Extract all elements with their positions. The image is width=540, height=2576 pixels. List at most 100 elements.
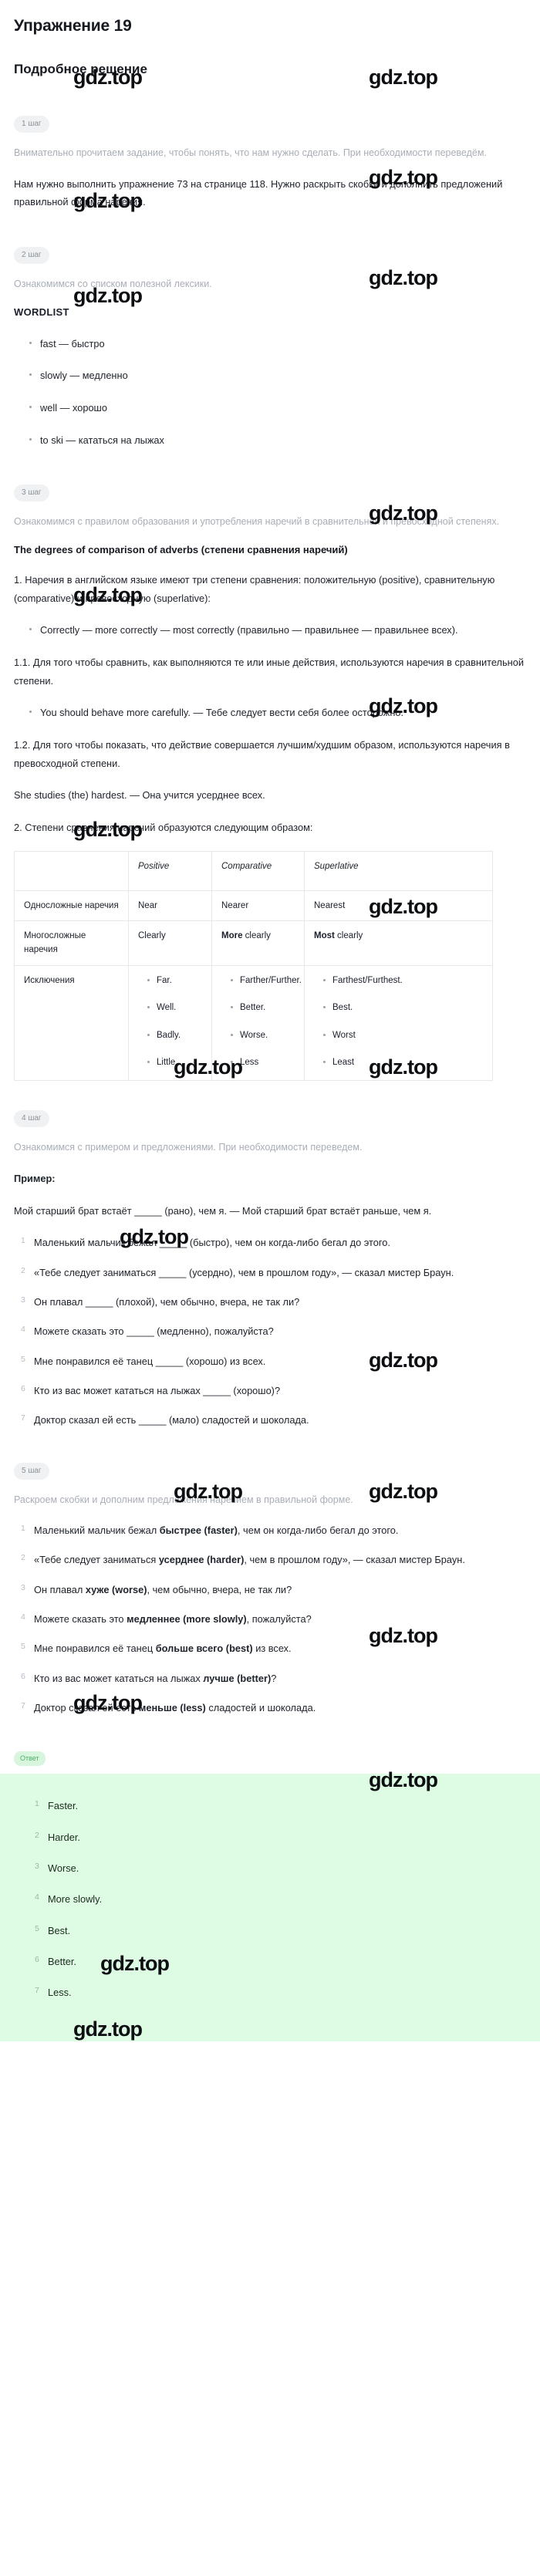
sentence-prefix: Кто из вас может кататься на лыжах [34, 1672, 204, 1684]
list-item: More slowly. [35, 1890, 103, 1906]
list-item: Little [147, 1055, 204, 1069]
row-label: Исключения [14, 964, 129, 1082]
sentence-suffix: , пожалуйста? [246, 1613, 312, 1626]
sentence-answer: медленнее (more slowly) [127, 1613, 247, 1626]
list-item: Farther/Further. [231, 974, 302, 988]
row-label: Многосложные наречия [14, 920, 129, 966]
cell-positive: Near [128, 890, 212, 922]
list-item: Badly. [147, 1028, 204, 1042]
list-item: Well. [147, 1001, 204, 1015]
list-item: Best. [323, 1001, 484, 1015]
list-item: Faster. [35, 1797, 79, 1812]
list-item: Кто из вас может кататься на лыжах _____… [21, 1382, 281, 1397]
solved-sentences: Маленький мальчик бежал быстрее (faster)… [14, 1521, 526, 1717]
table-header-cell: Comparative [211, 850, 305, 891]
list-item: Harder. [35, 1828, 80, 1844]
example-sentence: Мой старший брат встаёт _____ (рано), че… [14, 1204, 432, 1217]
sentence-answer: быстрее (faster) [159, 1524, 238, 1537]
list-item: Worst [323, 1028, 484, 1042]
sentence-answer: больше всего (best) [155, 1642, 253, 1655]
sentence-prefix: Маленький мальчик бежал [34, 1524, 160, 1537]
sentence-suffix: сладостей и шоколада. [205, 1702, 316, 1714]
sentence-prefix: «Тебе следует заниматься [34, 1554, 159, 1566]
sentence-suffix: ? [271, 1672, 277, 1684]
cell-comparative: More clearly [211, 920, 305, 966]
list-item: to ski — кататься на лыжах [29, 431, 526, 450]
exceptions-comparative-list: Farther/Further. Better. Worse. Less [221, 974, 302, 1070]
example-label: Пример: [14, 1172, 56, 1184]
rule-p5: 2. Степени сравнения наречий образуются … [14, 821, 313, 833]
cell-comparative: Nearer [211, 890, 305, 922]
table-row: Односложные наречия Near Nearer Nearest [14, 890, 493, 922]
rule-bullets-1: Correctly — more correctly — most correc… [14, 621, 526, 640]
degrees-table: Positive Comparative Superlative Односло… [14, 850, 493, 1082]
step-badge-1: 1 шаг [14, 116, 49, 133]
table-row-exceptions: Исключения Far. Well. Badly. Little Fart… [14, 964, 493, 1082]
step4-intro: Ознакомимся с примером и предложениями. … [14, 1142, 363, 1153]
step-badge-4: 4 шаг [14, 1110, 49, 1128]
sentence-prefix: Он плавал [34, 1583, 86, 1595]
step5-intro: Раскроем скобки и дополним предложения н… [14, 1494, 353, 1505]
cell-superlative: Farthest/Furthest. Best. Worst Least [304, 964, 493, 1082]
list-item: Маленький мальчик бежал быстрее (faster)… [21, 1521, 526, 1540]
table-row: Многосложные наречия Clearly More clearl… [14, 920, 493, 966]
list-item: Можете сказать это медленнее (more slowl… [21, 1610, 526, 1629]
exceptions-superlative-list: Farthest/Furthest. Best. Worst Least [314, 974, 484, 1070]
cell-rest: clearly [242, 931, 271, 941]
exceptions-positive-list: Far. Well. Badly. Little [138, 974, 204, 1070]
solution-heading: Подробное решение [14, 62, 147, 76]
list-item: Мне понравился её танец _____ (хорошо) и… [21, 1352, 266, 1368]
rule-p3: 1.2. Для того чтобы показать, что действ… [14, 738, 510, 769]
rule-title: The degrees of comparison of adverbs (ст… [14, 543, 348, 555]
cell-superlative: Most clearly [304, 920, 493, 966]
task-sentences: Маленький мальчик бежал _____ (быстро), … [14, 1234, 526, 1430]
list-item: Better. [35, 1953, 76, 1968]
sentence-prefix: Мне понравился её танец [34, 1642, 156, 1655]
rule-bullets-2: You should behave more carefully. — Тебе… [14, 704, 526, 722]
cell-rest: clearly [334, 931, 363, 941]
cell-positive: Clearly [128, 920, 212, 966]
step1-task: Нам нужно выполнить упражнение 73 на стр… [14, 177, 503, 208]
list-item: Worse. [35, 1859, 79, 1875]
list-item: Correctly — more correctly — most correc… [29, 621, 526, 640]
rule-p1: 1. Наречия в английском языке имеют три … [14, 573, 495, 604]
list-item: Less. [35, 1983, 72, 1999]
cell-comparative: Farther/Further. Better. Worse. Less [211, 964, 305, 1082]
step-badge-3: 3 шаг [14, 484, 49, 502]
rule-p4: She studies (the) hardest. — Она учится … [14, 789, 265, 802]
sentence-answer: лучше (better) [203, 1672, 272, 1684]
step2-intro: Ознакомимся со списком полезной лексики. [14, 278, 212, 289]
sentence-suffix: , чем обычно, вчера, не так ли? [147, 1583, 292, 1595]
list-item: Worse. [231, 1028, 296, 1042]
list-item: Мне понравился её танец больше всего (be… [21, 1639, 526, 1658]
wordlist-heading: WORDLIST [14, 306, 69, 318]
solution-page: Упражнение 19 Подробное решение 1 шаг Вн… [0, 0, 540, 2041]
sentence-suffix: из всех. [252, 1642, 292, 1655]
list-item: fast — быстро [29, 335, 526, 353]
list-item: You should behave more carefully. — Тебе… [29, 704, 526, 722]
list-item: Кто из вас может кататься на лыжах лучше… [21, 1670, 526, 1688]
sentence-answer: усерднее (harder) [158, 1554, 245, 1566]
list-item: Он плавал _____ (плохой), чем обычно, вч… [21, 1293, 300, 1308]
table-header-cell [14, 850, 129, 891]
sentence-prefix: Можете сказать это [34, 1613, 127, 1626]
sentence-suffix: , чем в прошлом году», — сказал мистер Б… [244, 1554, 465, 1566]
rule-p2: 1.1. Для того чтобы сравнить, как выполн… [14, 656, 525, 687]
list-item: Farthest/Furthest. [323, 974, 484, 988]
wordlist: fast — быстро slowly — медленно well — х… [14, 335, 526, 450]
answer-list: Faster. Harder. Worse. More slowly. Best… [14, 1797, 526, 2002]
sentence-suffix: , чем он когда-либо бегал до этого. [237, 1524, 399, 1537]
list-item: Best. [35, 1922, 71, 1937]
cell-positive: Far. Well. Badly. Little [128, 964, 212, 1082]
sentence-prefix: Доктор сказал ей есть [34, 1702, 139, 1714]
table-header-row: Positive Comparative Superlative [14, 850, 493, 891]
answer-badge: Ответ [14, 1751, 46, 1767]
list-item: Less [231, 1055, 296, 1069]
page-title: Упражнение 19 [14, 17, 132, 35]
table-header-cell: Superlative [304, 850, 493, 891]
list-item: «Тебе следует заниматься усерднее (harde… [21, 1551, 526, 1569]
sentence-answer: хуже (worse) [85, 1583, 147, 1595]
table-header-cell: Positive [128, 850, 212, 891]
list-item: «Тебе следует заниматься _____ (усердно)… [21, 1264, 454, 1279]
cell-bold: Most [314, 931, 335, 941]
